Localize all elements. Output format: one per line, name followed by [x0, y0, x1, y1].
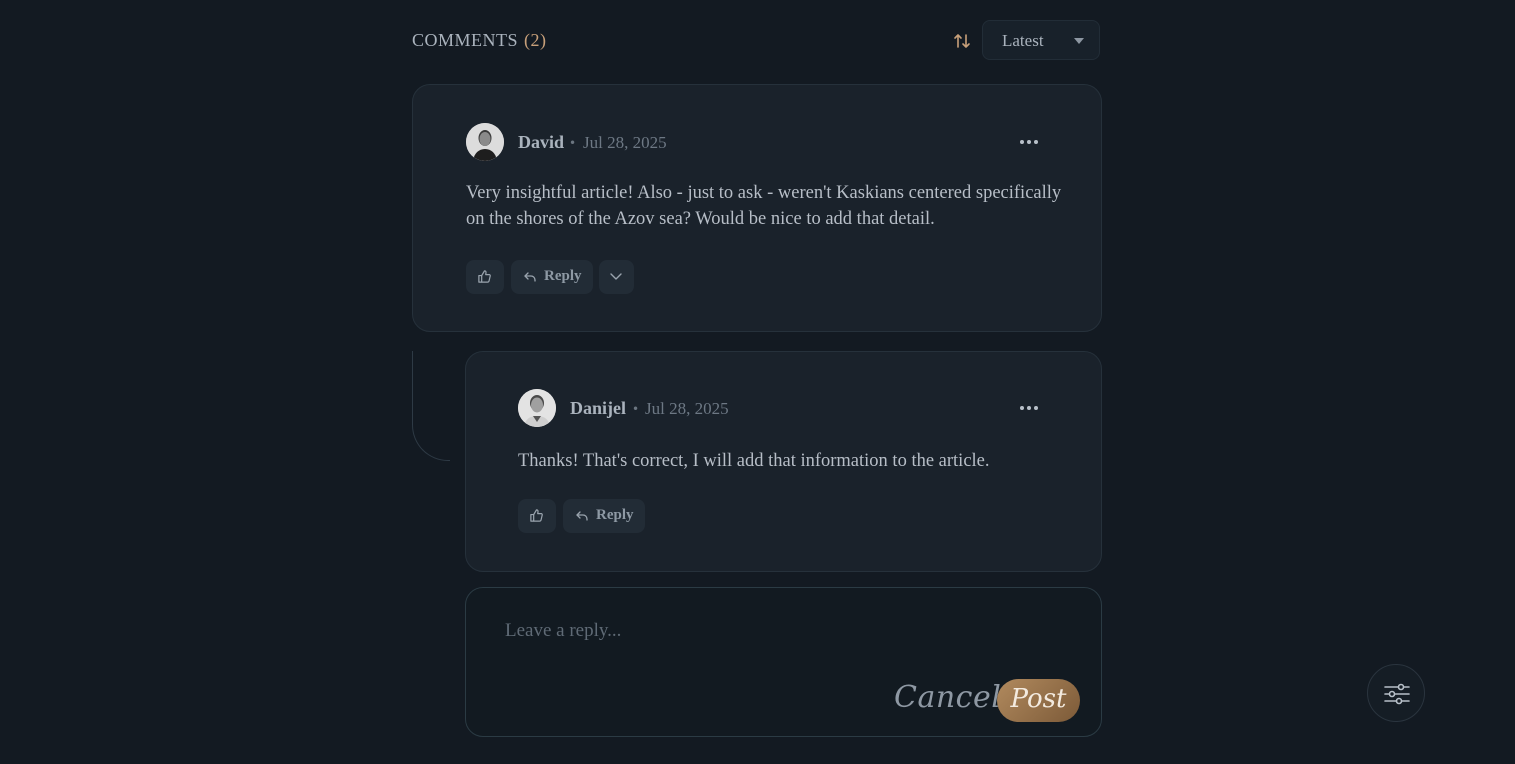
more-options-icon[interactable] [1020, 137, 1042, 147]
avatar [466, 123, 504, 161]
like-button[interactable] [466, 260, 504, 294]
comment-date: Jul 28, 2025 [583, 133, 667, 152]
chevron-down-icon [1074, 38, 1084, 44]
reply-button-label: Reply [544, 268, 582, 284]
thread-connector [412, 351, 450, 461]
comment-card: David • Jul 28, 2025 Very insightful art… [412, 84, 1102, 332]
more-options-icon[interactable] [1020, 403, 1042, 413]
reply-button[interactable]: Reply [563, 499, 645, 533]
separator-dot: • [569, 136, 577, 150]
separator-dot: • [632, 402, 640, 416]
comments-title: COMMENTS (2) [412, 30, 547, 51]
comment-body-line: Very insightful article! Also - just to … [466, 183, 1062, 203]
avatar [518, 389, 556, 427]
sort-order-icon[interactable] [952, 31, 972, 51]
reply-button[interactable]: Reply [511, 260, 593, 294]
comment-body: Very insightful article! Also - just to … [466, 180, 1066, 232]
thumbs-up-icon [478, 270, 491, 283]
comment-body-line: on the shores of the Azov sea? Would be … [466, 209, 935, 229]
reply-input[interactable] [503, 616, 1067, 646]
like-button[interactable] [518, 499, 556, 533]
comment-author[interactable]: David [518, 132, 564, 153]
chevron-down-icon [610, 273, 622, 280]
comments-header: COMMENTS (2) Latest [412, 20, 1102, 62]
comment-date: Jul 28, 2025 [645, 399, 729, 418]
settings-button[interactable] [1367, 664, 1425, 722]
comments-title-label: COMMENTS [412, 30, 519, 50]
comment-body: Thanks! That's correct, I will add that … [518, 451, 990, 471]
reply-arrow-icon [576, 511, 588, 521]
post-button[interactable]: Post [997, 679, 1080, 722]
expand-replies-button[interactable] [599, 260, 634, 294]
comments-count: (2) [524, 30, 547, 50]
cancel-button[interactable]: Cancel [894, 680, 1001, 715]
reply-arrow-icon [524, 272, 536, 282]
reply-button-label: Reply [596, 507, 634, 523]
comment-author[interactable]: Danijel [570, 398, 626, 419]
reply-form: Cancel Post [465, 587, 1102, 737]
sort-select[interactable]: Latest [982, 20, 1100, 60]
sliders-icon [1384, 683, 1410, 705]
thumbs-up-icon [530, 509, 543, 522]
comment-card: Danijel • Jul 28, 2025 Thanks! That's co… [465, 351, 1102, 572]
sort-select-value: Latest [1002, 31, 1044, 50]
